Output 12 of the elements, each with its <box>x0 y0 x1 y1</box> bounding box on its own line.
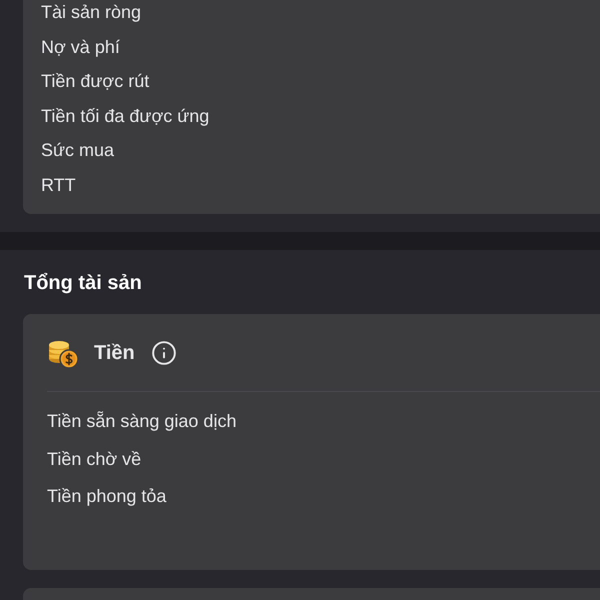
card-title: Tiền <box>94 340 135 366</box>
section-title: Tổng tài sản <box>24 272 142 294</box>
cash-label: Tiền sẵn sàng giao dịch <box>47 410 236 433</box>
info-icon[interactable] <box>150 340 177 366</box>
summary-label: RTT <box>41 174 76 197</box>
summary-label: Sức mua <box>41 139 114 162</box>
summary-label: Tiền tối đa được ứng <box>41 104 210 128</box>
cash-label: Tiền chờ về <box>47 448 142 470</box>
summary-label: Tiền được rút <box>41 70 150 94</box>
cash-label: Tiền phong tỏa <box>47 485 166 508</box>
summary-label: Nợ và phí <box>41 36 120 59</box>
summary-label: Tài sản ròng <box>41 1 142 24</box>
